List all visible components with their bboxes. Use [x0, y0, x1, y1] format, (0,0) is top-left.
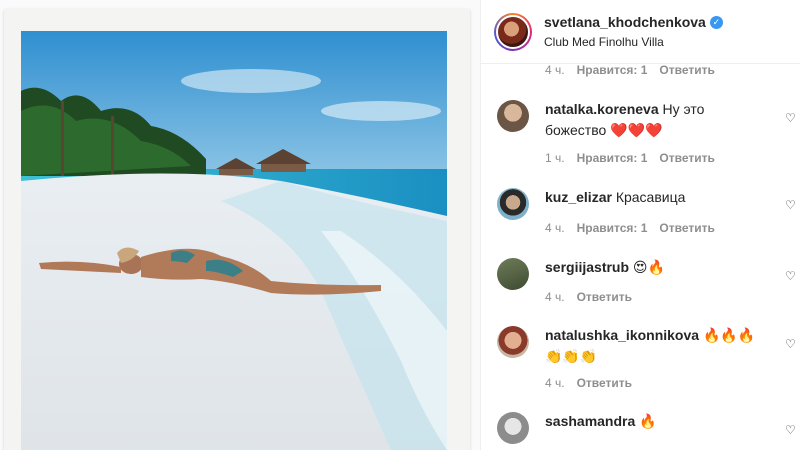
author-avatar[interactable]	[494, 13, 532, 51]
post-photo[interactable]	[21, 31, 447, 450]
comment-meta: 1 ч. Нравится: 1 Ответить	[545, 151, 715, 165]
commenter-avatar[interactable]	[497, 100, 529, 132]
comment-meta: 4 ч. Нравится: 1 Ответить	[545, 221, 715, 235]
instagram-post-view: svetlana_khodchenkova ✓ Club Med Finolhu…	[0, 0, 800, 450]
verified-badge-icon: ✓	[709, 15, 723, 29]
comment-body: Красавица	[615, 189, 686, 205]
comments-list[interactable]: 4 ч. Нравится: 1 Ответить natalka.korene…	[481, 64, 800, 450]
comment-likes[interactable]: Нравится: 1	[577, 151, 648, 165]
comment-time[interactable]: 4 ч.	[545, 221, 565, 235]
comment-likes[interactable]: Нравится: 1	[577, 64, 648, 77]
media-area	[0, 0, 480, 450]
comment-text: kuz_elizar Красавица	[545, 187, 763, 208]
reply-button[interactable]: Ответить	[659, 151, 714, 165]
post-header: svetlana_khodchenkova ✓ Club Med Finolhu…	[481, 0, 800, 64]
comment-time[interactable]: 4 ч.	[545, 64, 565, 77]
comment-text: sashamandra 🔥	[545, 411, 763, 432]
heart-icon[interactable]: ♡	[785, 199, 797, 211]
commenter-avatar[interactable]	[497, 258, 529, 290]
comment-text: sergiijastrub 😍🔥	[545, 257, 763, 278]
reply-button[interactable]: Ответить	[659, 64, 714, 77]
comment-likes[interactable]: Нравится: 1	[577, 221, 648, 235]
heart-icon[interactable]: ♡	[785, 424, 797, 436]
comment-body: 😍🔥	[632, 259, 665, 275]
heart-icon[interactable]: ♡	[785, 270, 797, 282]
comment-meta: 4 ч. Ответить	[545, 290, 632, 304]
comment-meta: 4 ч. Нравится: 1 Ответить	[545, 64, 715, 77]
commenter-avatar[interactable]	[497, 412, 529, 444]
comment-meta: 4 ч. Ответить	[545, 376, 632, 390]
reply-button[interactable]: Ответить	[577, 290, 632, 304]
heart-icon[interactable]: ♡	[785, 338, 797, 350]
reply-button[interactable]: Ответить	[577, 376, 632, 390]
post-location[interactable]: Club Med Finolhu Villa	[544, 35, 664, 49]
author-username-row: svetlana_khodchenkova ✓	[544, 14, 723, 30]
heart-icon[interactable]: ♡	[785, 112, 797, 124]
comment-text: natalka.koreneva Ну это божество ❤️❤️❤️	[545, 99, 763, 141]
commenter-username[interactable]: kuz_elizar	[545, 189, 612, 205]
comment-time[interactable]: 1 ч.	[545, 151, 565, 165]
commenter-username[interactable]: sashamandra	[545, 413, 635, 429]
comment-text: natalushka_ikonnikova 🔥🔥🔥 👏👏👏	[545, 325, 763, 367]
commenter-username[interactable]: natalka.koreneva	[545, 101, 659, 117]
commenter-username[interactable]: sergiijastrub	[545, 259, 629, 275]
reply-button[interactable]: Ответить	[659, 221, 714, 235]
comments-panel: svetlana_khodchenkova ✓ Club Med Finolhu…	[480, 0, 800, 450]
commenter-avatar[interactable]	[497, 326, 529, 358]
comment-time[interactable]: 4 ч.	[545, 376, 565, 390]
comment-body: 🔥	[639, 413, 657, 429]
comment-time[interactable]: 4 ч.	[545, 290, 565, 304]
commenter-username[interactable]: natalushka_ikonnikova	[545, 327, 699, 343]
commenter-avatar[interactable]	[497, 188, 529, 220]
author-username[interactable]: svetlana_khodchenkova	[544, 14, 706, 30]
